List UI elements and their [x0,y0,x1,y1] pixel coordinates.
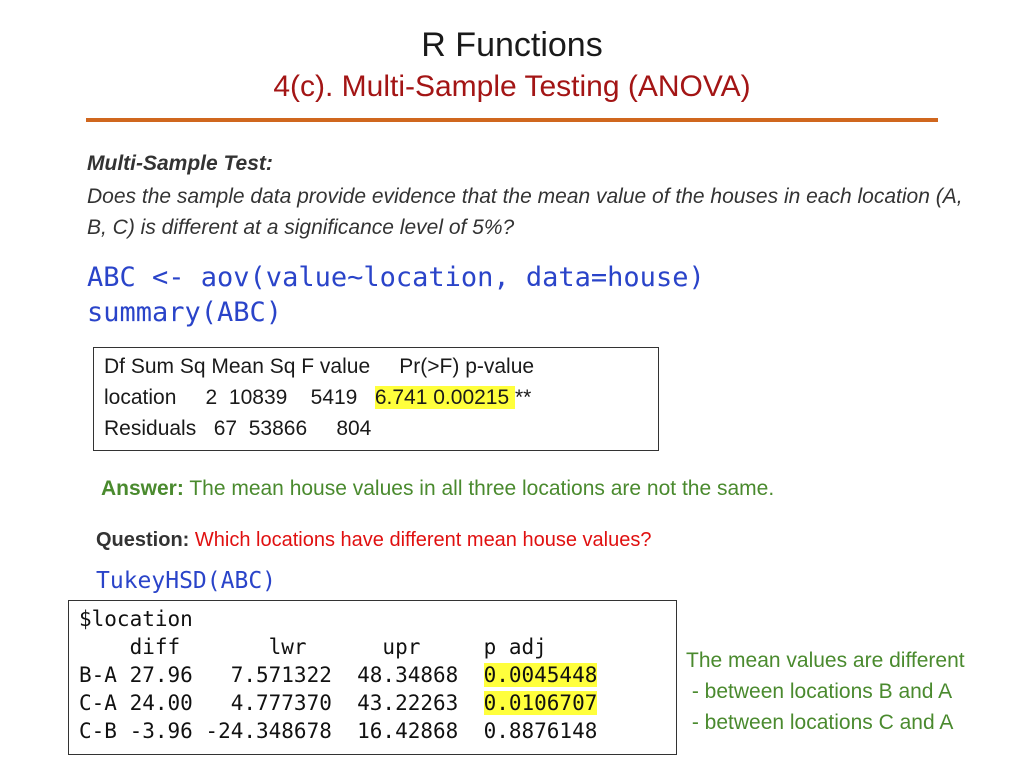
tukey-row-values: B-A 27.96 7.571322 48.34868 [79,663,484,687]
tukey-p-adj-highlight: 0.0106707 [483,691,598,715]
tukey-p-adj-highlight: 0.0045448 [483,663,598,687]
answer-line: Answer: The mean house values in all thr… [101,477,774,501]
tukey-location-label: $location [79,607,193,631]
anova-f-p-highlight: 6.741 0.00215 [374,386,515,409]
tukey-row-values: C-A 24.00 4.777370 43.22263 [79,691,484,715]
tukey-header-row: diff lwr upr p adj [79,635,547,659]
tukey-row-c-a: C-A 24.00 4.777370 43.22263 0.0106707 [79,691,598,715]
anova-header-row: Df Sum Sq Mean Sq F value Pr(>F) p-value [104,355,535,378]
tukey-output-box: $location diff lwr upr p adj B-A 27.96 7… [68,600,677,755]
anova-residuals-row: Residuals 67 53866 804 [104,417,372,440]
conclusion-line: The mean values are different [686,649,965,672]
tukey-p-adj-value: 0.8876148 [483,719,598,743]
code-line-aov: ABC <- aov(value~location, data=house) [87,262,705,293]
anova-location-values: location 2 10839 5419 [104,386,375,409]
problem-heading: Multi-Sample Test: [87,152,273,175]
slide-subtitle: 4(c). Multi-Sample Testing (ANOVA) [273,70,751,103]
tukey-row-c-b: C-B -3.96 -24.348678 16.42868 0.8876148 [79,719,597,743]
anova-code-block: ABC <- aov(value~location, data=house) s… [87,260,705,330]
title-divider [86,118,938,122]
answer-text: The mean house values in all three locat… [183,477,775,500]
anova-output-box: Df Sum Sq Mean Sq F value Pr(>F) p-value… [93,347,659,451]
answer-label: Answer: [101,477,184,500]
tukey-code-line: TukeyHSD(ABC) [96,568,277,594]
question-text: Which locations have different mean hous… [189,529,652,551]
tukey-row-b-a: B-A 27.96 7.571322 48.34868 0.0045448 [79,663,598,687]
slide-title: R Functions [421,26,603,64]
code-line-summary: summary(ABC) [87,297,283,328]
tukey-row-values: C-B -3.96 -24.348678 16.42868 [79,719,484,743]
question-label: Question: [96,529,190,551]
anova-location-row: location 2 10839 5419 6.741 0.00215 ** [104,386,531,410]
anova-significance-stars: ** [515,386,532,409]
conclusion-line: - between locations B and A [686,680,953,703]
question-line: Question: Which locations have different… [96,529,651,552]
conclusion-note: The mean values are different - between … [686,645,1006,738]
conclusion-line: - between locations C and A [686,711,954,734]
problem-text: Does the sample data provide evidence th… [87,185,963,239]
